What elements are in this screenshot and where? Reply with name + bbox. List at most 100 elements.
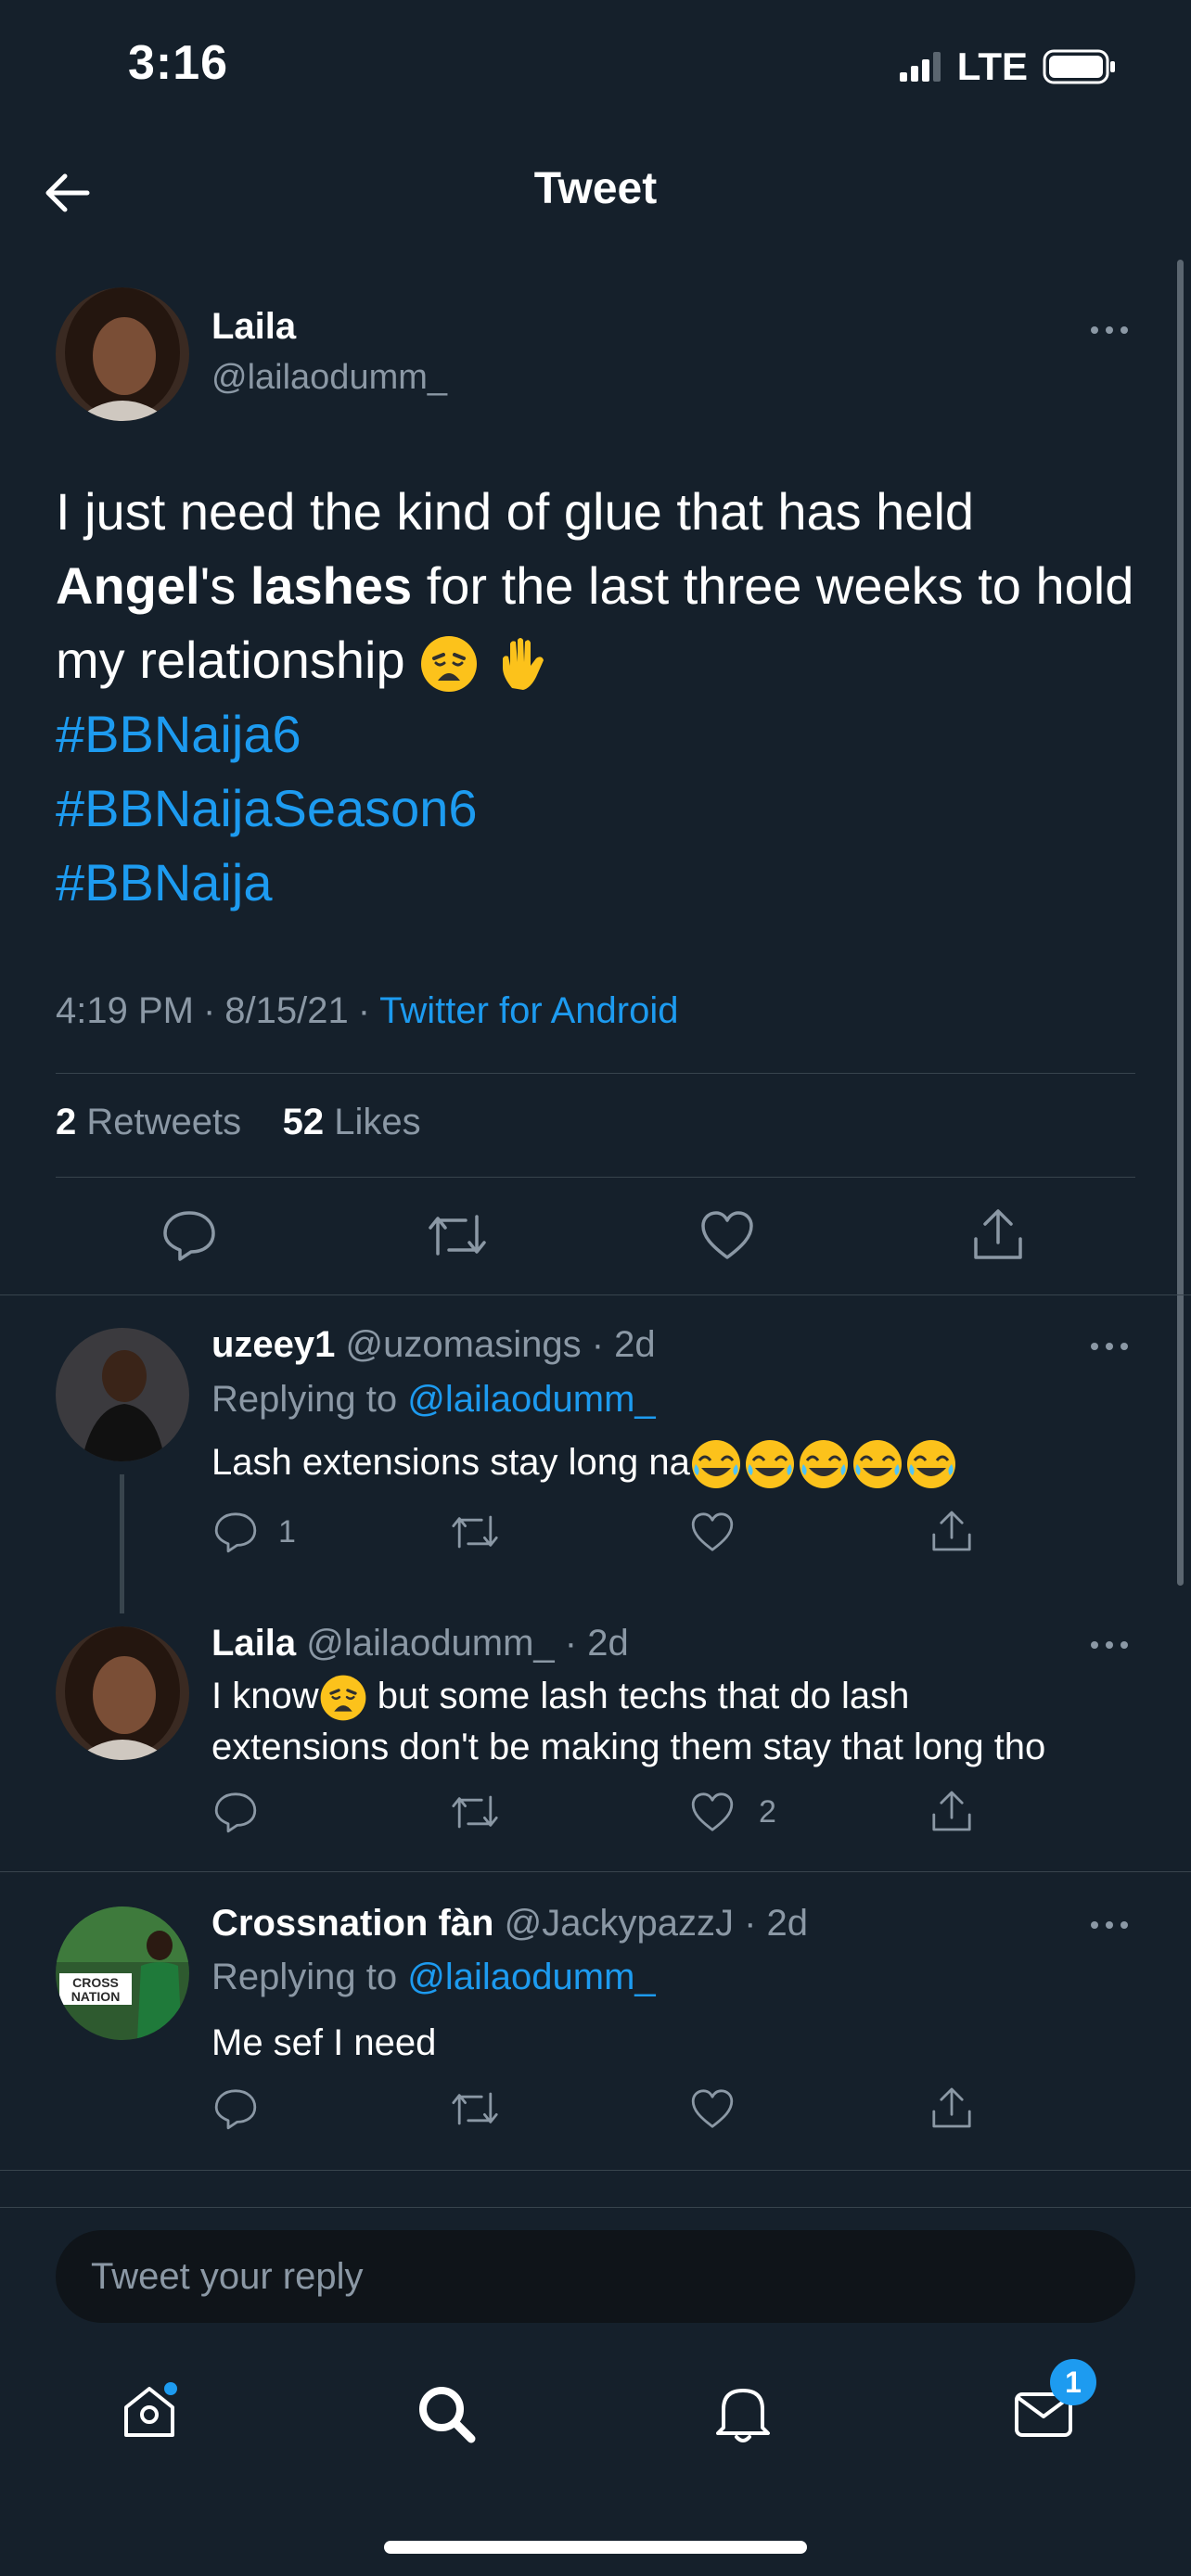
search-icon <box>419 2387 476 2443</box>
reply-age: 2d <box>587 1623 629 1664</box>
heart-icon <box>691 1512 734 1551</box>
tab-search[interactable] <box>414 2381 479 2446</box>
reply-author-handle[interactable]: @lailaodumm_ <box>306 1623 554 1664</box>
more-button[interactable] <box>1087 1634 1132 1656</box>
retweet-button[interactable] <box>449 1510 501 1554</box>
reply-input[interactable] <box>56 2230 1135 2323</box>
more-icon <box>1091 1343 1128 1350</box>
reply-header: Laila @lailaodumm_ · 2d <box>211 1623 629 1664</box>
tweet-meta: 4:19 PM · 8/15/21 · Twitter for Android <box>56 990 679 1031</box>
divider <box>0 1294 1191 1295</box>
reply-button[interactable]: 1 <box>213 1510 296 1554</box>
retweet-button[interactable] <box>449 2086 501 2131</box>
more-button[interactable] <box>1087 1914 1132 1936</box>
like-button[interactable] <box>690 2086 735 2131</box>
page-title: Tweet <box>533 164 658 213</box>
divider <box>0 1871 1191 1872</box>
reply-header: Crossnation fàn @JackypazzJ · 2d <box>211 1903 809 1944</box>
hashtag-link[interactable]: #BBNaijaSeason6 <box>56 772 1141 846</box>
likes-stat[interactable]: 52 Likes <box>283 1102 421 1142</box>
profile-photo: CROSS NATION <box>56 1906 189 2040</box>
reply-text: I know but some lash techs that do lash … <box>211 1676 1046 1768</box>
divider <box>56 1177 1135 1178</box>
reply-button[interactable] <box>213 2086 258 2131</box>
reply-author-name[interactable]: uzeey1 <box>211 1324 335 1365</box>
like-button[interactable] <box>690 1510 735 1554</box>
avatar[interactable]: CROSS NATION <box>56 1906 189 2040</box>
battery-icon <box>1043 49 1115 84</box>
bell-icon <box>716 2389 770 2442</box>
replying-to: Replying to @lailaodumm_ <box>211 1379 656 1420</box>
tweet-time: 4:19 PM <box>56 990 194 1031</box>
retweet-button[interactable] <box>449 1790 501 1834</box>
profile-photo <box>56 1328 189 1461</box>
tab-home[interactable] <box>119 2381 180 2442</box>
status-time: 3:16 <box>128 36 229 90</box>
reply-author-name[interactable]: Laila <box>211 1623 296 1664</box>
retweet-icon <box>452 1795 498 1829</box>
tweet-text: I just need the kind of glue that has he… <box>56 475 1141 920</box>
comment-icon <box>214 1512 257 1553</box>
replying-to: Replying to @lailaodumm_ <box>211 1957 656 1997</box>
more-button[interactable] <box>1087 1335 1132 1358</box>
home-icon <box>124 2382 177 2437</box>
weary-face-emoji-icon <box>320 1676 365 1721</box>
mention-link[interactable]: @lailaodumm_ <box>407 1957 655 1997</box>
tweet-source-link[interactable]: Twitter for Android <box>379 990 678 1031</box>
like-count: 2 <box>759 1793 776 1830</box>
status-indicators: LTE <box>899 45 1117 89</box>
retweet-icon <box>429 1215 486 1256</box>
reply-header: uzeey1 @uzomasings · 2d <box>211 1324 656 1365</box>
tweet-stats: 2 Retweets 52 Likes <box>56 1102 421 1143</box>
heart-icon <box>691 2089 734 2128</box>
avatar[interactable] <box>56 1626 189 1760</box>
author-handle[interactable]: @lailaodumm_ <box>211 358 447 398</box>
share-button[interactable] <box>929 2085 974 2131</box>
like-button[interactable] <box>699 1207 755 1263</box>
signal-icon <box>899 52 941 82</box>
hashtag-link[interactable]: #BBNaija6 <box>56 697 1141 772</box>
weary-face-emoji-icon <box>421 636 478 693</box>
share-button[interactable] <box>929 1788 974 1834</box>
thread-line <box>120 1474 124 1613</box>
raised-hand-emoji-icon <box>502 638 544 691</box>
share-icon <box>932 1791 971 1831</box>
reply-age: 2d <box>766 1903 809 1944</box>
reply-button[interactable] <box>213 1790 258 1834</box>
author-name[interactable]: Laila <box>211 306 296 348</box>
avatar[interactable] <box>56 287 189 421</box>
retweet-button[interactable] <box>425 1207 490 1263</box>
hashtag-link[interactable]: #BBNaija <box>56 846 1141 920</box>
more-icon <box>1091 1921 1128 1929</box>
reply-author-name[interactable]: Crossnation fàn <box>211 1903 493 1944</box>
network-type: LTE <box>956 45 1028 88</box>
retweets-stat[interactable]: 2 Retweets <box>56 1102 241 1142</box>
share-button[interactable] <box>970 1205 1026 1263</box>
more-button[interactable] <box>1087 319 1132 341</box>
retweet-icon <box>452 1515 498 1549</box>
reply-author-handle[interactable]: @uzomasings <box>346 1324 582 1365</box>
tab-notifications[interactable] <box>712 2381 774 2446</box>
mention-link[interactable]: @lailaodumm_ <box>407 1379 655 1420</box>
reply-button[interactable] <box>161 1207 217 1263</box>
tab-messages[interactable]: 1 <box>1011 2359 1096 2442</box>
notification-dot <box>164 2382 177 2395</box>
reply-text: Lash extensions stay long na <box>211 1437 957 1490</box>
share-button[interactable] <box>929 1508 974 1554</box>
comment-icon <box>214 1792 257 1833</box>
heart-icon <box>691 1792 734 1831</box>
comment-icon <box>163 1211 215 1261</box>
share-icon <box>932 2087 971 2128</box>
like-button[interactable]: 2 <box>690 1790 776 1834</box>
svg-text:NATION: NATION <box>71 1989 121 2004</box>
home-indicator[interactable] <box>384 2541 807 2554</box>
retweet-icon <box>452 2092 498 2125</box>
laughing-emoji-icon <box>690 1438 957 1490</box>
divider <box>0 2170 1191 2171</box>
heart-icon <box>701 1211 753 1259</box>
scrollbar[interactable] <box>1177 260 1184 1586</box>
reply-author-handle[interactable]: @JackypazzJ <box>505 1903 734 1944</box>
tweet-date: 8/15/21 <box>224 990 349 1031</box>
avatar[interactable] <box>56 1328 189 1461</box>
profile-photo <box>56 287 189 421</box>
